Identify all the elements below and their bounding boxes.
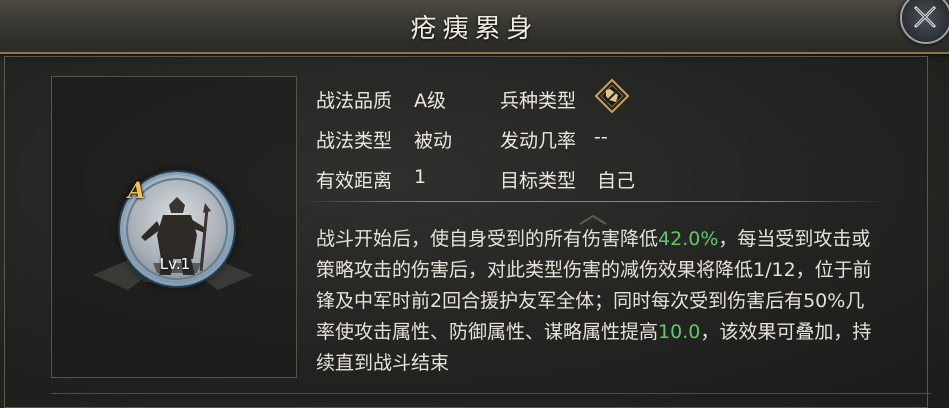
bottom-divider [51,393,931,394]
troop-type-icon [594,78,630,114]
quality-value: A级 [414,90,446,112]
troop-type-label: 兵种类型 [500,90,577,112]
close-icon [914,6,936,28]
attribute-boost-value: 10.0 [658,321,701,343]
range-value: 1 [414,166,427,188]
section-divider [308,201,878,202]
title-bar: 疮痍累身 [0,0,949,54]
trigger-rate-value: -- [594,126,608,148]
tactic-type-value: 被动 [414,130,453,152]
tactic-type-label: 战法类型 [316,130,393,152]
target-type-label: 目标类型 [500,170,577,192]
quality-label: 战法品质 [316,90,393,112]
tactic-description: 战斗开始后，使自身受到的所有伤害降低42.0%，每当受到攻击或策略攻击的伤害后，… [316,224,878,379]
tactic-title: 疮痍累身 [410,14,539,44]
target-type-value: 自己 [597,170,636,192]
damage-reduction-value: 42.0% [658,228,719,250]
range-label: 有效距离 [316,170,393,192]
tactic-level: Lv.1 [159,255,191,273]
trigger-rate-label: 发动几率 [500,130,577,152]
tactic-grade: A [128,178,146,204]
description-text-1: 战斗开始后，使自身受到的所有伤害降低 [316,228,659,250]
